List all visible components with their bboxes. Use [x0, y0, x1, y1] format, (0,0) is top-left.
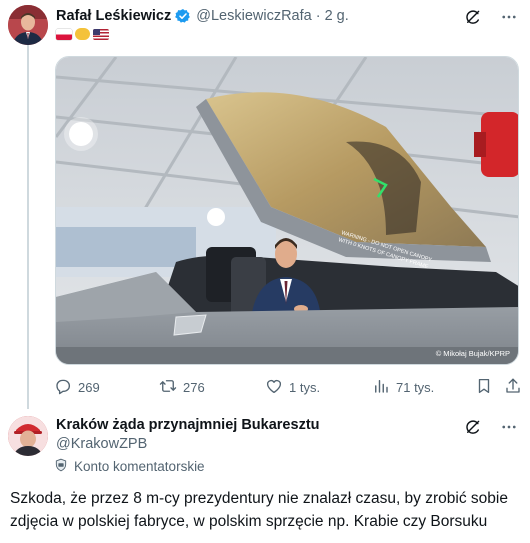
author-name[interactable]: Rafał Leśkiewicz	[56, 8, 171, 24]
views-button[interactable]: 71 tys.	[372, 377, 434, 398]
avatar[interactable]	[8, 5, 48, 45]
repost-button[interactable]: 276	[159, 377, 205, 398]
tweet-action-bar: 269 276 1 tys. 71 tys.	[54, 377, 520, 397]
poland-flag-icon	[56, 28, 72, 40]
views-count: 71 tys.	[396, 380, 435, 395]
reply-count: 269	[78, 380, 100, 395]
repost-count: 276	[183, 380, 205, 395]
repost-icon	[159, 377, 177, 398]
heart-icon	[265, 377, 283, 398]
author-handle[interactable]: @KrakowZPB	[56, 436, 147, 452]
reply-button[interactable]: 269	[54, 377, 100, 398]
like-button[interactable]: 1 tys.	[265, 377, 320, 398]
usa-flag-icon	[93, 28, 109, 40]
share-icon	[504, 377, 522, 398]
author-handle[interactable]: @LeskiewiczRafa	[196, 8, 311, 24]
share-button[interactable]	[504, 377, 522, 398]
tweet-text: Szkoda, że przez 8 m-cy prezydentury nie…	[10, 490, 508, 530]
commentator-badge-icon	[54, 458, 68, 475]
grok-icon[interactable]	[464, 8, 482, 26]
more-icon[interactable]	[500, 418, 518, 436]
more-icon[interactable]	[500, 8, 518, 26]
grok-icon[interactable]	[464, 418, 482, 436]
handshake-icon	[75, 28, 90, 40]
author-name[interactable]: Kraków żąda przynajmniej Bukaresztu	[56, 417, 320, 433]
bookmark-icon	[475, 377, 493, 398]
verified-badge-icon	[175, 8, 191, 24]
commentator-badge[interactable]: Konto komentatorskie	[54, 458, 205, 475]
thread-line	[27, 44, 29, 409]
bio-emoji-flags	[56, 28, 109, 40]
reply-icon	[54, 377, 72, 398]
bookmark-button[interactable]	[475, 377, 493, 398]
avatar[interactable]	[8, 416, 48, 456]
separator: ·	[315, 8, 321, 24]
timestamp[interactable]: 2 g.	[325, 8, 349, 24]
tweet-photo[interactable]: WARNING - DO NOT OPEN CANOPY WITH 0 KNOT…	[55, 56, 519, 365]
photo-credit: © Mikołaj Bujak/KPRP	[435, 349, 510, 358]
commentator-label: Konto komentatorskie	[74, 459, 205, 474]
like-count: 1 tys.	[289, 380, 321, 395]
views-icon	[372, 377, 390, 398]
